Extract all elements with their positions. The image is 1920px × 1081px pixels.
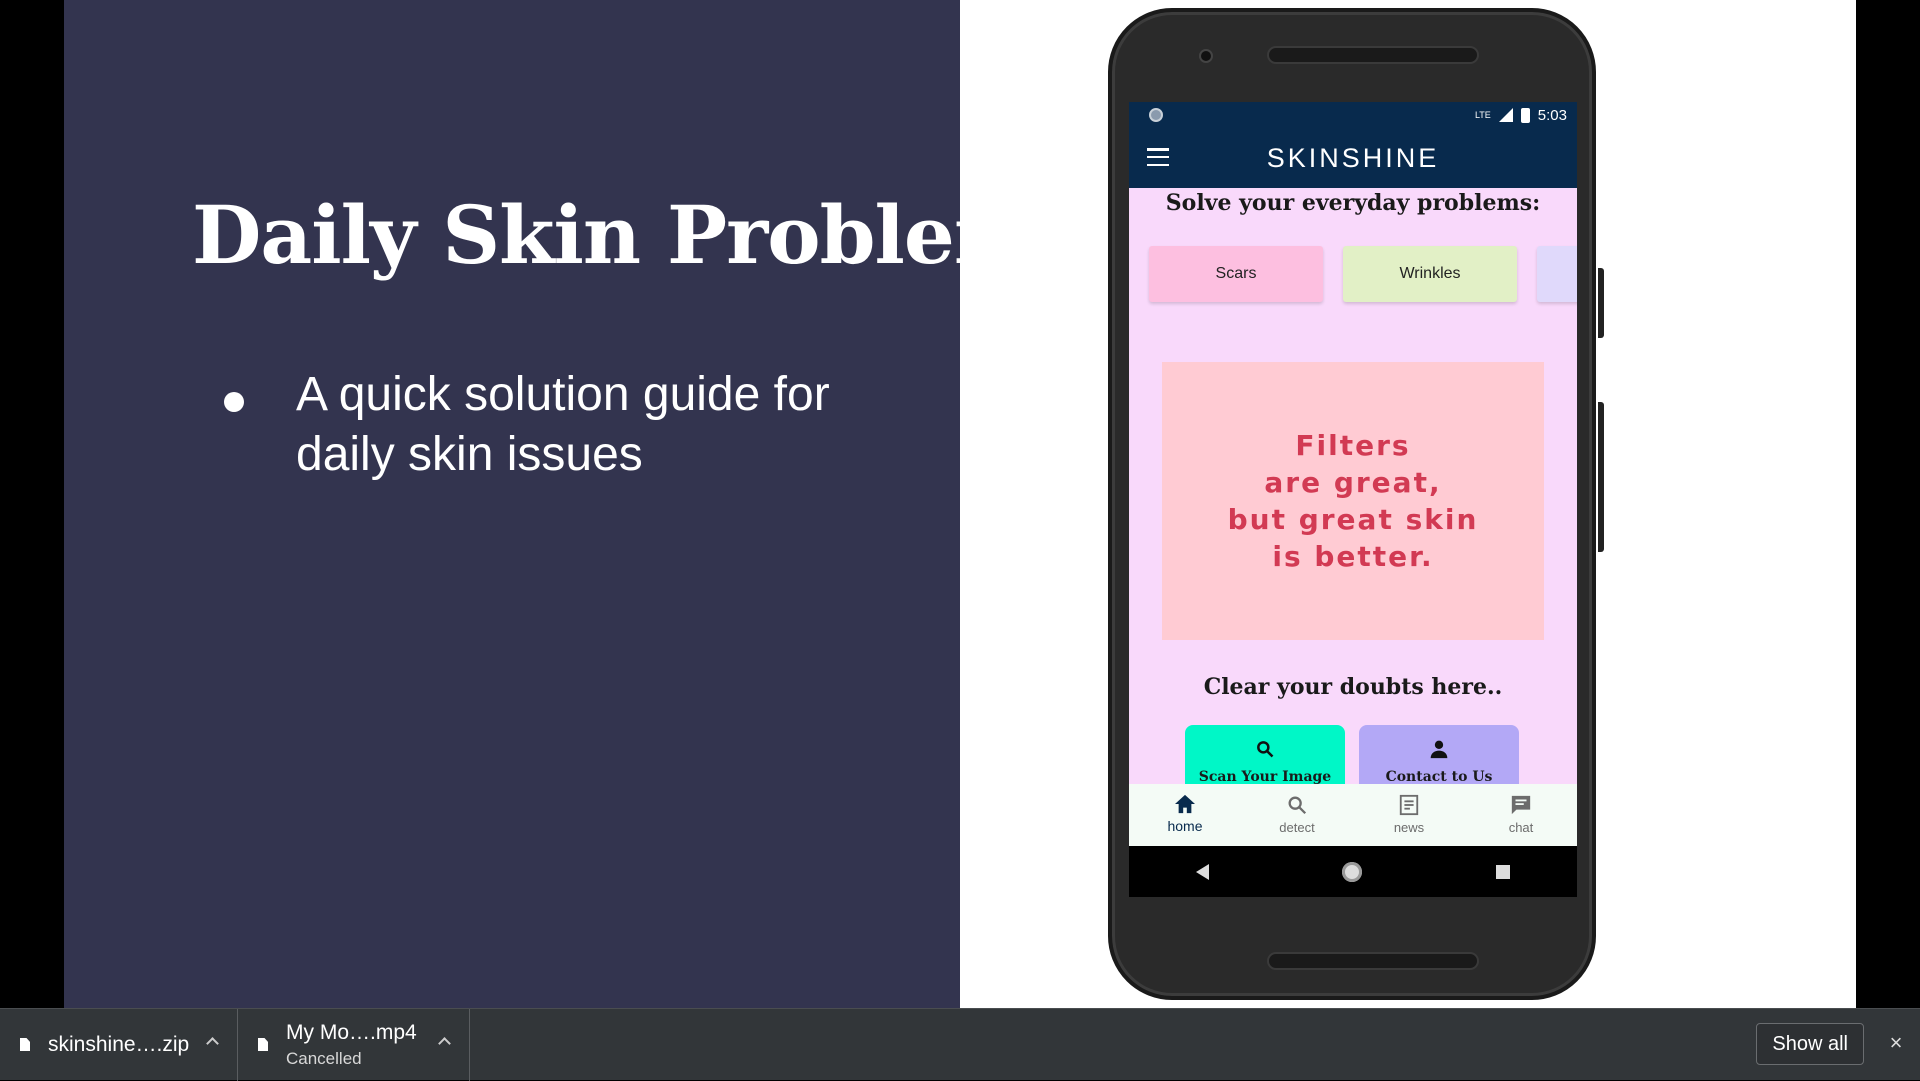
download-bar: skinshine….zip My Mo….mp4 Cancelled Show… [0,1008,1920,1081]
problems-heading: Solve your everyday problems: [1165,190,1541,216]
system-nav-bar [1129,846,1577,897]
download-item-zip[interactable]: skinshine….zip [0,1008,238,1081]
bullet-text: A quick solution guide for daily skin is… [296,368,830,481]
contact-us-label: Contact to Us [1385,769,1493,785]
show-all-button[interactable]: Show all [1756,1023,1864,1065]
doubts-heading: Clear your doubts here.. [1203,674,1503,700]
chip-partial[interactable] [1537,246,1577,302]
download-name: skinshine….zip [48,1032,190,1056]
file-icon [258,1038,268,1051]
chevron-up-icon[interactable] [438,1036,451,1050]
volume-button [1598,402,1604,552]
status-time: 5:03 [1537,106,1567,124]
nav-home-label: home [1167,818,1203,834]
recents-icon[interactable] [1496,864,1511,879]
quote-text: Filters are great, but great skin is bet… [1227,429,1479,573]
nav-chat-label: chat [1508,820,1534,835]
slide-stage: Daily Skin Problems A quick solution gui… [0,0,1920,1008]
front-camera-icon [1199,49,1213,63]
chevron-up-icon[interactable] [206,1036,219,1050]
download-status: Cancelled [286,1048,362,1068]
battery-icon [1520,107,1530,123]
home-icon [1175,794,1195,814]
scan-image-label: Scan Your Image [1198,769,1332,785]
close-icon[interactable]: × [1884,1031,1908,1055]
chat-icon [1511,795,1531,815]
search-icon [1257,741,1274,758]
scan-image-button[interactable]: Scan Your Image [1185,725,1345,791]
home-button-icon[interactable] [1342,861,1363,882]
bottom-nav: home detect news chat [1129,784,1577,846]
nav-home[interactable]: home [1129,784,1241,846]
nav-chat[interactable]: chat [1465,784,1577,846]
back-icon[interactable] [1195,863,1209,880]
slide-left-panel: Daily Skin Problems A quick solution gui… [64,0,1083,1008]
nav-detect[interactable]: detect [1241,784,1353,846]
download-item-mp4[interactable]: My Mo….mp4 Cancelled [238,1008,470,1081]
app-bar: SKINSHINE [1129,128,1577,188]
slide-title: Daily Skin Problems [192,188,1083,282]
quote-banner: Filters are great, but great skin is bet… [1162,362,1544,640]
signal-icon [1498,108,1513,122]
nav-detect-label: detect [1279,820,1315,835]
status-bar: LTE 5:03 [1129,102,1577,128]
bullet-dot-icon [224,392,244,412]
status-right: LTE 5:03 [1475,107,1567,124]
app-title: SKINSHINE [1266,142,1440,173]
download-name: My Mo….mp4 [286,1020,417,1044]
phone-screen: LTE 5:03 SKINSHINE Solve your everyday p… [1129,102,1577,897]
person-icon [1430,740,1448,759]
nav-news-label: news [1393,820,1425,835]
news-icon [1399,794,1419,816]
chip-scars[interactable]: Scars [1149,246,1323,302]
file-icon [20,1038,30,1051]
contact-us-button[interactable]: Contact to Us [1359,725,1519,791]
notification-dot-icon [1149,108,1163,122]
top-speaker [1267,46,1479,64]
power-button [1598,268,1604,338]
network-type: LTE [1474,110,1491,120]
bottom-speaker [1267,952,1479,970]
nav-news[interactable]: news [1353,784,1465,846]
search-icon [1288,796,1307,815]
chip-wrinkles[interactable]: Wrinkles [1343,246,1517,302]
download-info: My Mo….mp4 Cancelled [286,1021,417,1069]
bullet-item: A quick solution guide for daily skin is… [224,365,916,485]
menu-icon[interactable] [1147,148,1169,166]
